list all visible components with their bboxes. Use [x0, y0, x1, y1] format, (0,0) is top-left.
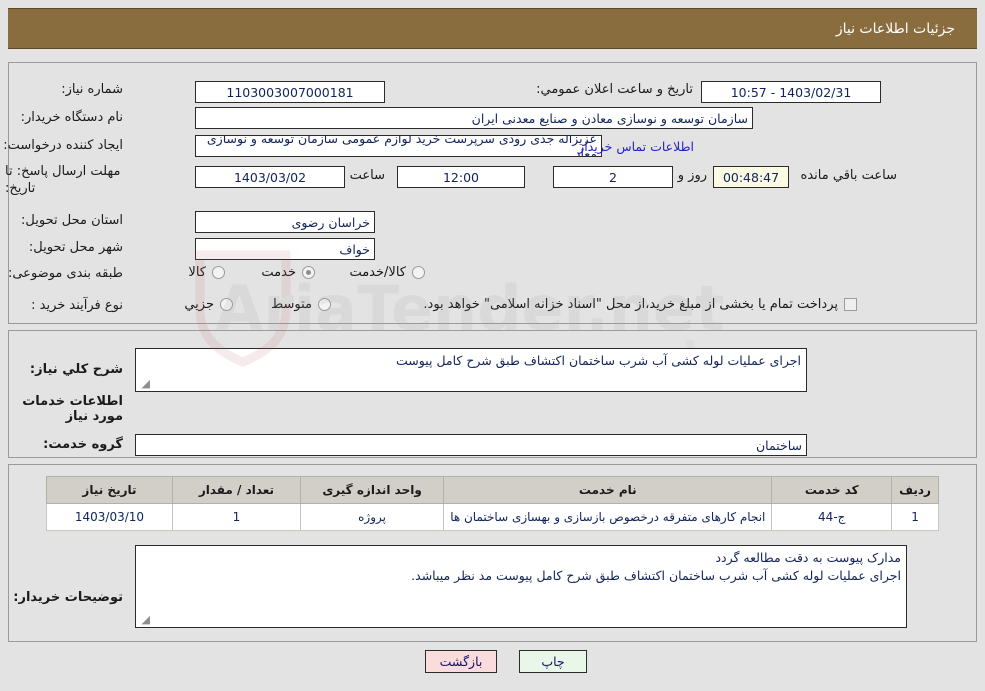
- radio-icon-kala-khedmat[interactable]: [412, 266, 425, 279]
- process-type-label: نوع فرآیند خرید :: [31, 298, 123, 313]
- category-label-row: طبقه بندی موضوعی:: [8, 266, 123, 281]
- category-option-khedmat[interactable]: خدمت: [261, 265, 315, 280]
- radio-icon-motevaset[interactable]: [318, 298, 331, 311]
- buyer-notes-textarea[interactable]: مدارک پیوست به دقت مطالعه گردد اجرای عمل…: [135, 545, 907, 628]
- city-field[interactable]: خواف: [195, 238, 375, 260]
- deadline-label: مهلت ارسال پاسخ: تا تاریخ:: [5, 164, 121, 196]
- summary-text: اجرای عملیات لوله کشی آب شرب ساختمان اکت…: [396, 353, 801, 368]
- category-option-kala-khedmat[interactable]: کالا/خدمت: [349, 265, 425, 280]
- city-label-row: شهر محل تحویل:: [29, 240, 123, 255]
- col-service-name: نام خدمت: [443, 476, 773, 504]
- category-label: طبقه بندی موضوعی:: [7, 266, 123, 281]
- col-unit: واحد اندازه گیری: [299, 476, 445, 504]
- process-option-jozei-label: جزیي: [184, 297, 214, 312]
- radio-icon-khedmat[interactable]: [302, 266, 315, 279]
- deadline-countdown-field: 00:48:47: [713, 166, 789, 188]
- radio-icon-jozei[interactable]: [220, 298, 233, 311]
- resize-grip-icon[interactable]: ◢: [138, 378, 150, 390]
- category-option-kala-label: کالا: [188, 265, 206, 280]
- cell-service-name: انجام کارهای متفرقه درخصوص بازسازی و بهس…: [443, 503, 773, 531]
- need-number-label-row: شماره نیاز:: [61, 82, 123, 97]
- col-need-date: تاریخ نیاز: [46, 476, 173, 504]
- province-label-row: استان محل تحویل:: [21, 213, 123, 228]
- buyer-notes-line-1: مدارک پیوست به دقت مطالعه گردد: [715, 550, 901, 565]
- public-announce-label-row: تاریخ و ساعت اعلان عمومي:: [536, 82, 693, 97]
- deadline-days-suffix: روز و: [677, 168, 707, 183]
- deadline-hour-label: ساعت: [349, 168, 385, 183]
- public-announce-label: تاریخ و ساعت اعلان عمومي:: [536, 82, 693, 97]
- service-group-label: گروه خدمت:: [43, 437, 123, 452]
- print-button[interactable]: چاپ: [519, 650, 587, 673]
- cell-quantity: 1: [171, 503, 301, 531]
- process-option-motevaset[interactable]: متوسط: [271, 297, 331, 312]
- back-button[interactable]: بازگشت: [425, 650, 497, 673]
- cell-row-no: 1: [891, 503, 939, 531]
- checkbox-icon-treasury-bond[interactable]: [844, 298, 857, 311]
- need-number-field[interactable]: 1103003007000181: [195, 81, 385, 103]
- page-header: جزئیات اطلاعات نیاز: [8, 8, 977, 49]
- buyer-org-label-row: نام دستگاه خریدار:: [21, 110, 123, 125]
- deadline-countdown-suffix: ساعت باقي مانده: [800, 168, 897, 183]
- summary-label: شرح كلي نیاز:: [29, 362, 123, 377]
- category-option-kala-khedmat-label: کالا/خدمت: [349, 265, 406, 280]
- buyer-contact-link[interactable]: اطلاعات تماس خریدار: [578, 139, 694, 154]
- process-type-label-row: نوع فرآیند خرید :: [31, 298, 123, 313]
- table-row[interactable]: 1 ج-44 انجام کارهای متفرقه درخصوص بازساز…: [46, 503, 939, 531]
- resize-grip-icon-notes[interactable]: ◢: [138, 614, 150, 626]
- col-service-code: کد خدمت: [771, 476, 893, 504]
- treasury-bond-label: پرداخت تمام یا بخشی از مبلغ خرید،از محل …: [423, 297, 838, 312]
- buyer-org-field[interactable]: سازمان توسعه و نوسازی معادن و صنایع معدن…: [195, 107, 753, 129]
- province-field[interactable]: خراسان رضوی: [195, 211, 375, 233]
- buyer-notes-label: توضیحات خریدار:: [13, 590, 123, 605]
- buyer-org-label: نام دستگاه خریدار:: [20, 110, 123, 125]
- process-option-jozei[interactable]: جزیي: [184, 297, 233, 312]
- deadline-days-field[interactable]: 2: [553, 166, 673, 188]
- category-option-kala[interactable]: کالا: [188, 265, 225, 280]
- services-table: ردیف کد خدمت نام خدمت واحد اندازه گیری ت…: [46, 476, 939, 531]
- buyer-notes-line-2: اجرای عملیات لوله کشی آب شرب ساختمان اکت…: [411, 568, 901, 583]
- treasury-bond-checkbox-group[interactable]: پرداخت تمام یا بخشی از مبلغ خرید،از محل …: [423, 297, 857, 312]
- service-group-field[interactable]: ساختمان: [135, 434, 807, 456]
- page-root: جزئیات اطلاعات نیاز شماره نیاز: 11030030…: [0, 0, 985, 691]
- services-heading: اطلاعات خدمات مورد نیاز: [22, 394, 123, 424]
- need-number-label: شماره نیاز:: [61, 82, 123, 97]
- col-row-no: ردیف: [891, 476, 939, 504]
- table-header-row: ردیف کد خدمت نام خدمت واحد اندازه گیری ت…: [46, 476, 939, 504]
- creator-field[interactable]: عزیزاله جدی رودی سرپرست خرید لوازم عمومی…: [195, 135, 602, 157]
- cell-need-date: 1403/03/10: [46, 503, 173, 531]
- category-option-khedmat-label: خدمت: [261, 265, 296, 280]
- page-title: جزئیات اطلاعات نیاز: [835, 20, 955, 37]
- province-label: استان محل تحویل:: [21, 213, 123, 228]
- deadline-date-field[interactable]: 1403/03/02: [195, 166, 345, 188]
- cell-service-code: ج-44: [771, 503, 893, 531]
- creator-label: ایجاد کننده درخواست:: [3, 138, 123, 153]
- creator-label-row: ایجاد کننده درخواست:: [3, 138, 123, 153]
- deadline-hour-field[interactable]: 12:00: [397, 166, 525, 188]
- summary-textarea[interactable]: اجرای عملیات لوله کشی آب شرب ساختمان اکت…: [135, 348, 807, 392]
- radio-icon-kala[interactable]: [212, 266, 225, 279]
- col-quantity: تعداد / مقدار: [171, 476, 301, 504]
- process-option-motevaset-label: متوسط: [271, 297, 312, 312]
- cell-unit: پروژه: [299, 503, 445, 531]
- city-label: شهر محل تحویل:: [28, 240, 123, 255]
- public-announce-field[interactable]: 1403/02/31 - 10:57: [701, 81, 881, 103]
